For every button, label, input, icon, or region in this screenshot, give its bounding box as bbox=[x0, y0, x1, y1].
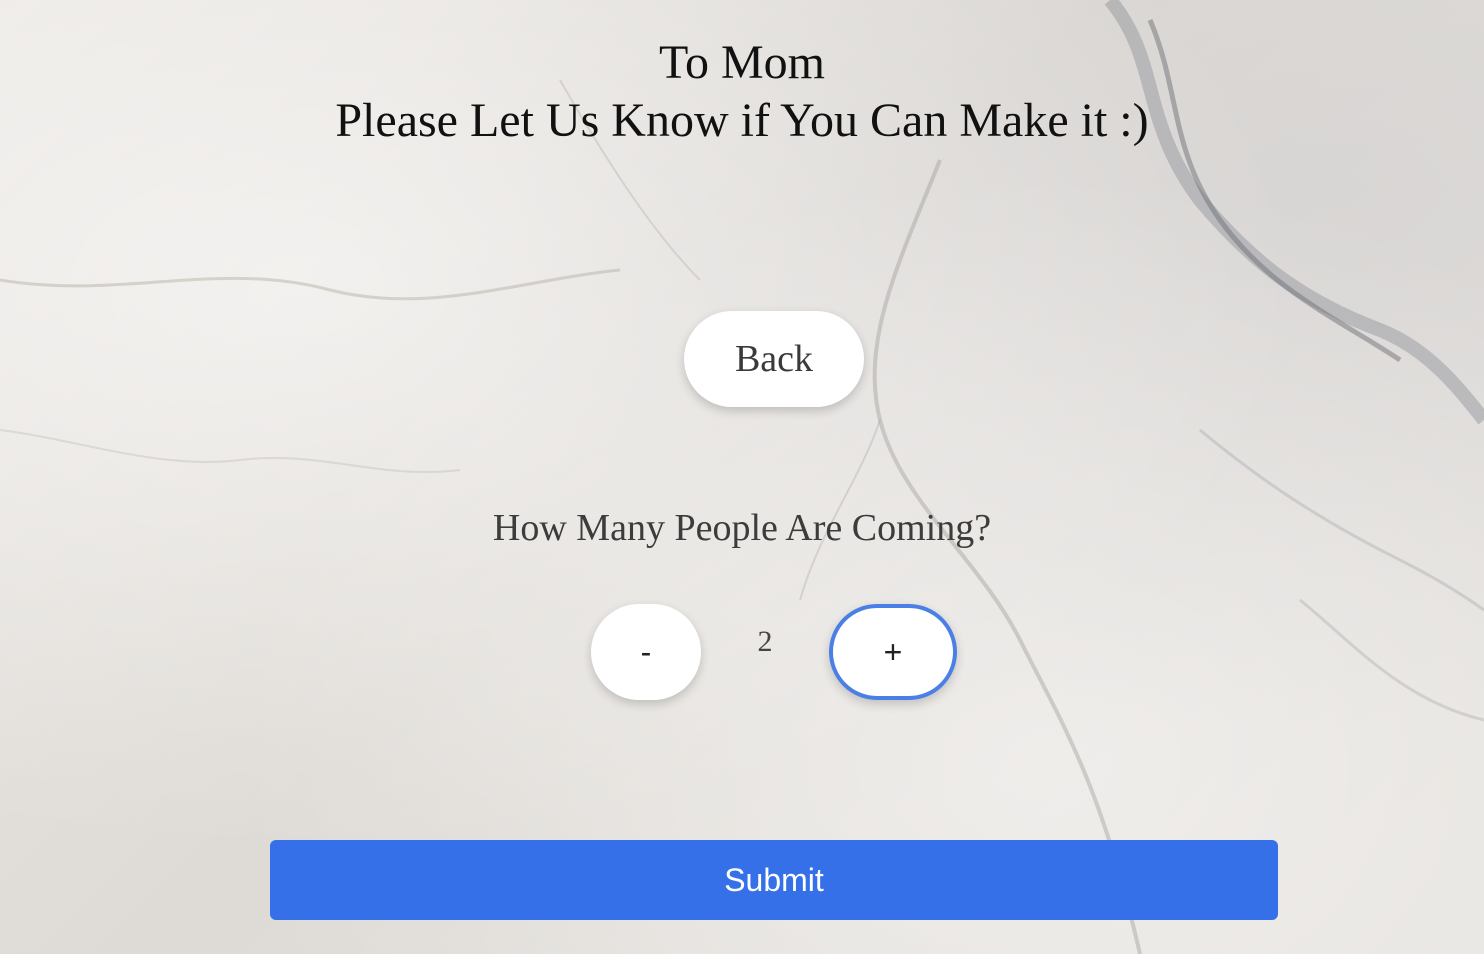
guest-count-question: How Many People Are Coming? bbox=[492, 507, 992, 549]
submit-button[interactable]: Submit bbox=[270, 840, 1278, 920]
title-line-message: Please Let Us Know if You Can Make it :) bbox=[335, 94, 1149, 147]
decrement-button[interactable]: - bbox=[591, 604, 701, 700]
page-title: To Mom Please Let Us Know if You Can Mak… bbox=[0, 34, 1484, 150]
increment-button[interactable]: + bbox=[829, 604, 957, 700]
back-button[interactable]: Back bbox=[684, 311, 864, 407]
guest-count-value: 2 bbox=[757, 625, 773, 658]
title-line-recipient: To Mom bbox=[659, 36, 825, 89]
